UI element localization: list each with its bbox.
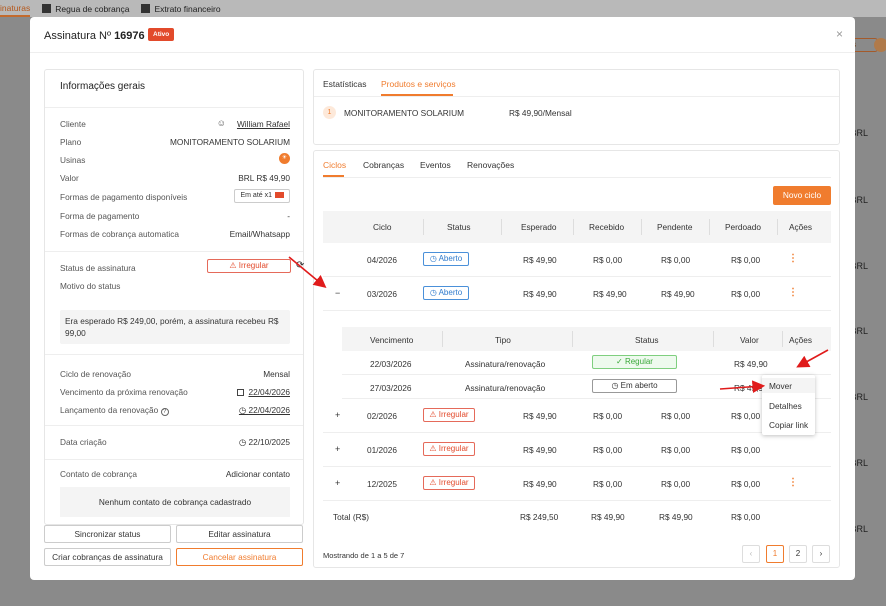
arrow-line — [288, 256, 327, 289]
arrow-line — [796, 349, 829, 368]
annotation-arrows — [288, 256, 829, 394]
arrow-line — [719, 380, 766, 394]
